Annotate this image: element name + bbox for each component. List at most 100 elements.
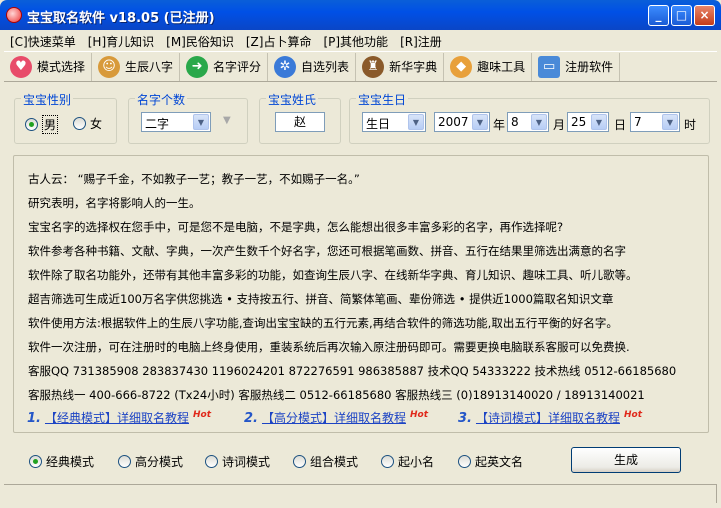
gender-female-radio[interactable]: 女 <box>73 115 102 132</box>
month-select[interactable]: 8 ▼ <box>507 112 549 132</box>
scholar-icon: ♜ <box>362 55 385 78</box>
name-count-select[interactable]: 二字 ▼ <box>141 112 211 132</box>
tutorial-label: 【诗词模式】详细取名教程 <box>475 411 620 425</box>
mode-label: 起英文名 <box>475 455 524 469</box>
radio-indicator <box>118 455 131 468</box>
maximize-button[interactable]: □ <box>671 5 692 26</box>
app-icon <box>6 7 22 23</box>
radio-indicator <box>73 117 86 130</box>
generate-button[interactable]: 生成 <box>571 447 681 473</box>
info-line: 超吉筛选可生成近100万名字供您挑选 • 支持按五行、拼音、简繁体笔画、辈份筛选… <box>28 292 614 306</box>
gender-male-radio[interactable]: 男 <box>25 115 59 134</box>
name-score-button[interactable]: ➜ 名字评分 <box>180 52 269 81</box>
gender-title: 宝宝性别 <box>21 91 74 108</box>
mode-label: 诗词模式 <box>222 455 271 469</box>
mode-classic-radio[interactable]: 经典模式 <box>29 453 94 470</box>
info-line: 客服热线一 400-666-8722 (Tx24小时) 客服热线二 0512-6… <box>28 388 645 402</box>
info-line: 软件一次注册，可在注册时的电脑上终身使用，重装系统后再次输入原注册码即可。需要更… <box>28 340 630 354</box>
close-button[interactable]: × <box>694 5 715 26</box>
info-line: 客服QQ 731385908 283837430 1196024201 8722… <box>28 364 677 378</box>
menu-divination[interactable]: [Z]占卜算命 <box>240 30 318 50</box>
mode-poetry-radio[interactable]: 诗词模式 <box>205 453 270 470</box>
mode-highscore-radio[interactable]: 高分模式 <box>118 453 183 470</box>
radio-indicator <box>293 455 306 468</box>
chevron-down-icon: ▼ <box>408 114 424 130</box>
hot-badge: Hot <box>193 410 212 420</box>
menu-bar: [C]快速菜单 [H]育儿知识 [M]民俗知识 [Z]占卜算命 [P]其他功能 … <box>4 30 717 50</box>
register-software-button[interactable]: ▭ 注册软件 <box>532 52 621 81</box>
globe-gear-icon: ✲ <box>274 55 297 78</box>
heart-icon: ♥ <box>10 55 32 78</box>
mode-combo-radio[interactable]: 组合模式 <box>293 453 358 470</box>
dictionary-button[interactable]: ♜ 新华字典 <box>356 52 445 81</box>
toolbar: ♥ 模式选择 ☺ 生辰八字 ➜ 名字评分 ✲ 自选列表 ♜ 新华字典 ◆ 趣味工… <box>4 51 717 82</box>
year-select[interactable]: 2007 ▼ <box>434 112 490 132</box>
minimize-button[interactable]: _ <box>648 5 669 26</box>
title-bar[interactable]: 宝宝取名软件 v18.05 (已注册) _ □ × <box>0 0 721 30</box>
info-line: 研究表明，名字将影响人的一生。 <box>28 196 201 210</box>
radio-indicator <box>458 455 471 468</box>
name-count-value: 二字 <box>145 117 170 131</box>
gender-group: 宝宝性别 男 女 <box>14 91 117 144</box>
fun-tools-button[interactable]: ◆ 趣味工具 <box>444 52 533 81</box>
year-value: 2007 <box>438 115 469 129</box>
bazi-button[interactable]: ☺ 生辰八字 <box>92 52 181 81</box>
hour-unit: 时 <box>684 118 697 132</box>
day-select[interactable]: 25 ▼ <box>567 112 609 132</box>
menu-quick[interactable]: [C]快速菜单 <box>4 30 82 50</box>
toolbar-label: 注册软件 <box>565 60 614 74</box>
info-line: 软件参考各种书籍、文献、字典，一次产生数千个好名字，您还可根据笔画数、拼音、五行… <box>28 244 626 258</box>
mode-label: 起小名 <box>398 455 435 469</box>
mode-select-button[interactable]: ♥ 模式选择 <box>4 52 93 81</box>
gender-male-label: 男 <box>42 115 59 134</box>
tutorial-label: 【经典模式】详细取名教程 <box>44 411 189 425</box>
status-bar <box>4 484 717 504</box>
mode-label: 经典模式 <box>46 455 95 469</box>
radio-indicator <box>381 455 394 468</box>
custom-list-button[interactable]: ✲ 自选列表 <box>268 52 357 81</box>
status-cell <box>4 485 717 503</box>
tutorial-poetry-link[interactable]: 3. 【诗词模式】详细取名教程 Hot <box>458 409 642 426</box>
gender-female-label: 女 <box>90 117 103 131</box>
toolbar-label: 趣味工具 <box>477 60 526 74</box>
mode-english-radio[interactable]: 起英文名 <box>458 453 523 470</box>
chevron-down-icon: ▼ <box>193 114 209 130</box>
radio-indicator <box>25 118 38 131</box>
day-value: 25 <box>571 115 587 129</box>
hour-select[interactable]: 7 ▼ <box>630 112 680 132</box>
birth-title: 宝宝生日 <box>356 91 409 108</box>
windows-flag-icon: ◆ <box>450 55 473 78</box>
toolbar-label: 名字评分 <box>213 60 262 74</box>
radio-indicator <box>205 455 218 468</box>
tutorial-number: 3. <box>458 411 472 426</box>
info-line: 宝宝名字的选择权在您手中，可是您不是电脑，不是字典，怎么能想出很多丰富多彩的名字… <box>28 220 564 234</box>
menu-register[interactable]: [R]注册 <box>394 30 448 50</box>
mode-nickname-radio[interactable]: 起小名 <box>381 453 434 470</box>
tutorial-highscore-link[interactable]: 2. 【高分模式】详细取名教程 Hot <box>244 409 428 426</box>
toolbar-label: 模式选择 <box>37 60 86 74</box>
tutorial-label: 【高分模式】详细取名教程 <box>261 411 406 425</box>
tutorial-number: 2. <box>244 411 258 426</box>
surname-title: 宝宝姓氏 <box>266 91 319 108</box>
info-line: 软件除了取名功能外，还带有其他丰富多彩的功能，如查询生辰八字、在线新华字典、育儿… <box>28 268 638 282</box>
menu-parenting[interactable]: [H]育儿知识 <box>82 30 160 50</box>
calendar-select[interactable]: 生日 ▼ <box>362 112 426 132</box>
name-count-title: 名字个数 <box>135 91 188 108</box>
surname-input[interactable]: 赵 <box>275 112 325 132</box>
mode-label: 组合模式 <box>310 455 359 469</box>
year-unit: 年 <box>493 118 506 132</box>
menu-other[interactable]: [P]其他功能 <box>317 30 394 50</box>
day-unit: 日 <box>614 118 627 132</box>
menu-folklore[interactable]: [M]民俗知识 <box>160 30 240 50</box>
chevron-down-icon: ▼ <box>662 114 678 130</box>
monitor-icon: ▭ <box>538 55 561 78</box>
toolbar-label: 新华字典 <box>389 60 438 74</box>
calendar-value: 生日 <box>366 117 391 131</box>
arrow-right-icon: ➜ <box>186 55 209 78</box>
chevron-down-icon: ▼ <box>472 114 488 130</box>
info-line: 软件使用方法:根据软件上的生辰八字功能,查询出宝宝缺的五行元素,再结合软件的筛选… <box>28 316 618 330</box>
info-line: 古人云： “赐子千金，不如教子一艺；教子一艺，不如赐子一名。” <box>28 172 360 186</box>
info-panel: 古人云： “赐子千金，不如教子一艺；教子一艺，不如赐子一名。” 研究表明，名字将… <box>13 155 709 433</box>
chevron-down-icon: ▼ <box>591 114 607 130</box>
tutorial-classic-link[interactable]: 1. 【经典模式】详细取名教程 Hot <box>27 409 211 426</box>
